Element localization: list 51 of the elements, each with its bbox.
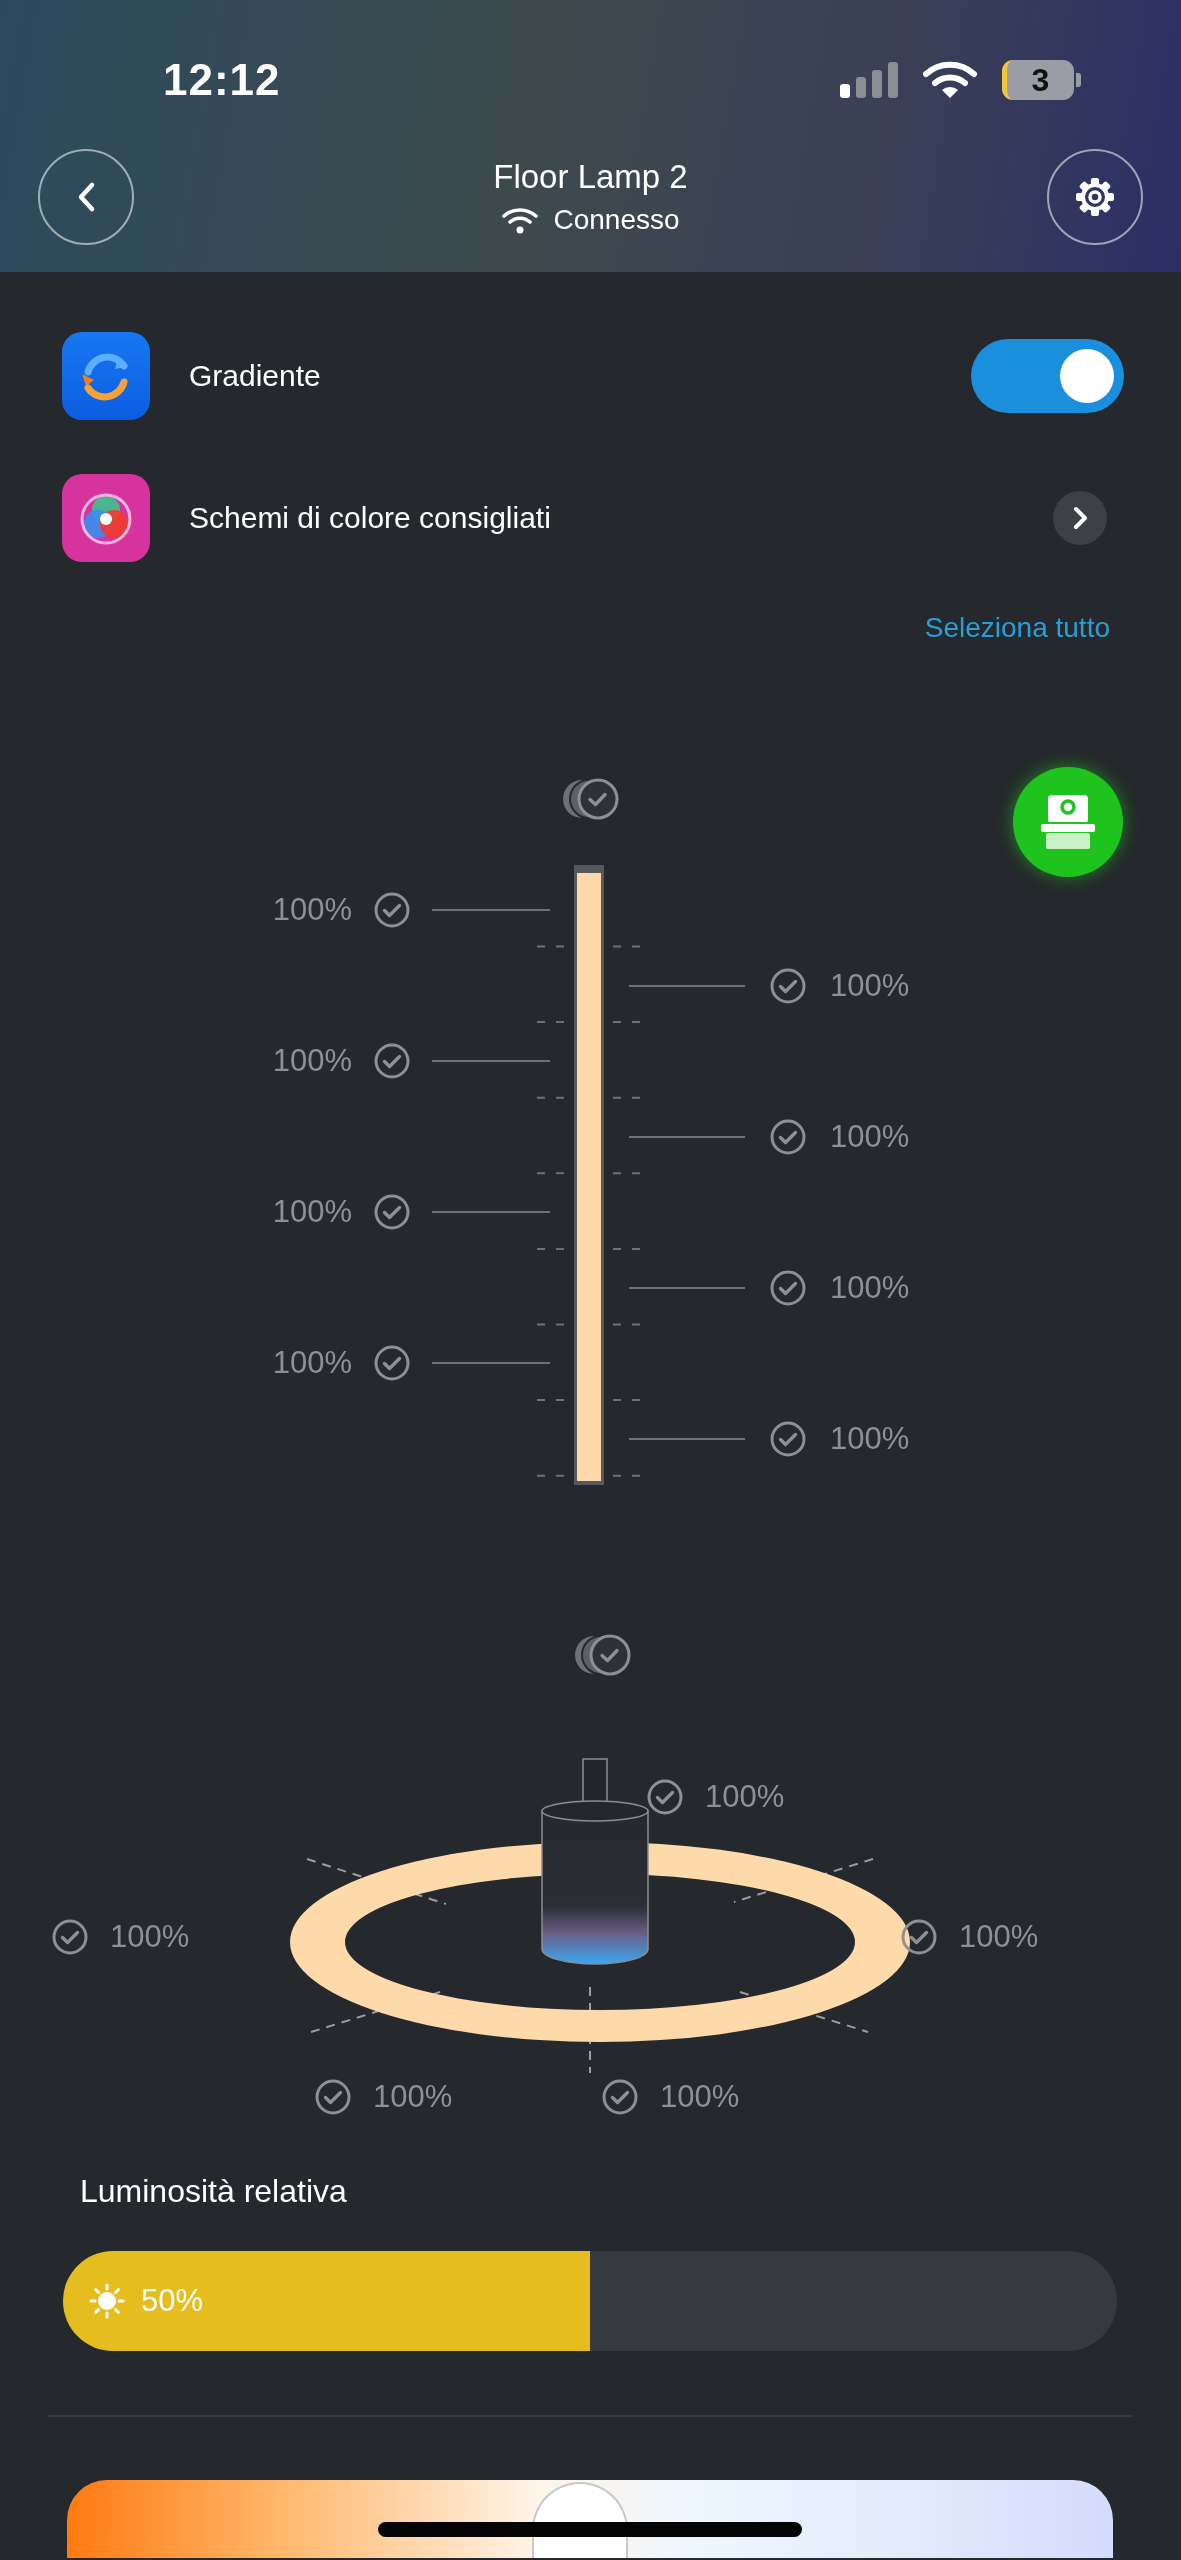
stacked-circles-icon[interactable] — [572, 1633, 632, 1677]
percent-label: 100% — [110, 1919, 190, 1955]
check-icon[interactable] — [374, 892, 410, 928]
percent-label: 100% — [830, 1270, 910, 1306]
check-icon[interactable] — [374, 1194, 410, 1230]
connection-status: Connesso — [553, 204, 680, 236]
percent-label: 100% — [660, 2079, 740, 2115]
percent-label: 100% — [830, 968, 910, 1004]
battery-cap — [1076, 73, 1081, 87]
percent-label: 100% — [271, 1194, 352, 1230]
percent-label: 100% — [271, 1345, 352, 1381]
color-circles-icon — [62, 474, 150, 562]
select-all-link[interactable]: Seleziona tutto — [924, 612, 1110, 644]
percent-label: 100% — [705, 1779, 785, 1815]
check-icon[interactable] — [647, 1779, 683, 1815]
percent-label: 100% — [271, 892, 352, 928]
sun-icon — [89, 2283, 125, 2319]
chevron-button[interactable] — [1053, 491, 1107, 545]
section-label: Luminosità relativa — [80, 2172, 348, 2211]
wifi-icon — [922, 60, 978, 100]
color-temperature-slider[interactable] — [67, 2480, 1113, 2558]
status-time: 12:12 — [163, 55, 281, 105]
stacked-circles-icon[interactable] — [560, 777, 620, 821]
battery-indicator: 3 — [1002, 60, 1074, 100]
check-icon[interactable] — [602, 2079, 638, 2115]
percent-label: 100% — [830, 1421, 910, 1457]
wifi-icon — [501, 206, 540, 234]
option-label: Schemi di colore consigliati — [189, 501, 552, 535]
check-icon[interactable] — [770, 1421, 806, 1457]
tray-icon — [1040, 795, 1096, 849]
percent-label: 100% — [271, 1043, 352, 1079]
percent-label: 100% — [373, 2079, 453, 2115]
settings-button[interactable] — [1047, 149, 1143, 245]
check-icon[interactable] — [52, 1919, 88, 1955]
check-icon[interactable] — [901, 1919, 937, 1955]
check-icon[interactable] — [315, 2079, 351, 2115]
signal-icon — [840, 62, 898, 98]
brightness-value: 50% — [141, 2283, 204, 2319]
check-icon[interactable] — [374, 1043, 410, 1079]
sync-icon — [62, 332, 150, 420]
option-label: Gradiente — [189, 359, 322, 393]
device-title: Floor Lamp 2 — [493, 158, 688, 196]
back-button[interactable] — [38, 149, 134, 245]
percent-label: 100% — [830, 1119, 910, 1155]
check-icon[interactable] — [770, 1119, 806, 1155]
floating-action-button[interactable] — [1013, 767, 1123, 877]
check-icon[interactable] — [374, 1345, 410, 1381]
check-icon[interactable] — [770, 1270, 806, 1306]
settings-icon — [1075, 177, 1115, 217]
percent-label: 100% — [959, 1919, 1039, 1955]
check-icon[interactable] — [770, 968, 806, 1004]
